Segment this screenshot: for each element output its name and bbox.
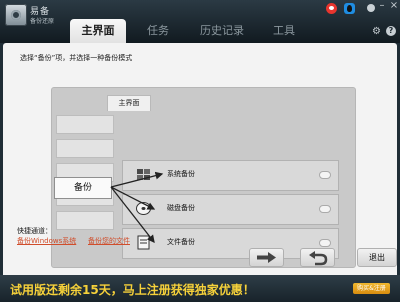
app-logo-icon xyxy=(5,4,27,26)
settings-icon[interactable]: ⚙ xyxy=(372,27,381,37)
header-bar: 易备 备份还原 主界面 任务 历史记录 工具 – × ⚙ ? xyxy=(0,0,400,43)
tab-history[interactable]: 历史记录 xyxy=(192,19,252,43)
link-backup-files[interactable]: 备份您的文件 xyxy=(88,236,130,246)
quick-access-title: 快捷通道： xyxy=(17,227,52,235)
app-window: 易备 备份还原 主界面 任务 历史记录 工具 – × ⚙ ? 选择“备份”项，并… xyxy=(0,0,400,302)
next-button[interactable] xyxy=(249,248,284,267)
link-backup-windows[interactable]: 备份Windows系统 xyxy=(17,236,76,246)
promo-banner: 试用版还剩余15天，马上注册获得独家优惠！ 购买&注册 xyxy=(0,275,400,302)
app-subtitle: 备份还原 xyxy=(30,18,55,25)
help-icon[interactable]: ? xyxy=(386,26,396,36)
back-button[interactable] xyxy=(300,248,335,267)
close-icon[interactable]: × xyxy=(389,1,399,11)
weibo-icon[interactable] xyxy=(326,3,337,14)
qq-icon[interactable] xyxy=(344,3,355,14)
buy-register-button[interactable]: 购买&注册 xyxy=(353,283,390,294)
exit-button[interactable]: 退出 xyxy=(357,248,397,267)
tab-tasks[interactable]: 任务 xyxy=(138,19,178,43)
tab-main[interactable]: 主界面 xyxy=(70,19,126,43)
undo-icon xyxy=(309,251,328,266)
main-panel: 选择“备份”项，并选择一种备份模式 主界面 备份 系统备份 磁盘备份 文件备份 … xyxy=(3,43,397,275)
minimize-icon[interactable]: – xyxy=(377,1,387,11)
tab-tools[interactable]: 工具 xyxy=(264,19,304,43)
promo-text: 试用版还剩余15天，马上注册获得独家优惠！ xyxy=(10,283,255,297)
arrow-right-icon xyxy=(257,252,276,263)
menu-icon[interactable] xyxy=(367,4,375,12)
